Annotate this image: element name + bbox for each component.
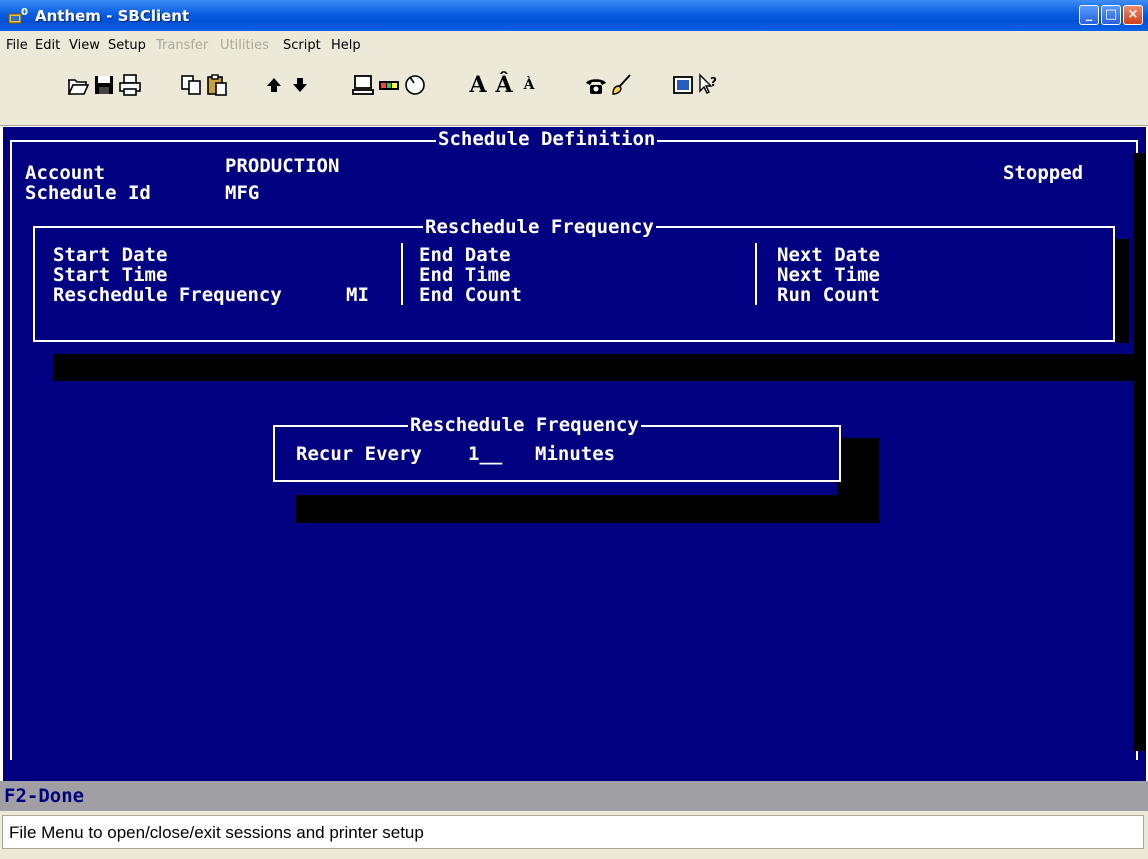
terminal-screen[interactable]: Schedule Definition Account PRODUCTION S…	[3, 127, 1146, 781]
shape-icon[interactable]	[403, 73, 427, 97]
menu-view[interactable]: View	[69, 38, 100, 53]
title-bar[interactable]: 0 Anthem - SBClient _ □ ×	[0, 0, 1148, 31]
open-icon[interactable]	[66, 73, 90, 97]
print-icon[interactable]	[118, 73, 142, 97]
end-count-label: End Count	[419, 284, 522, 306]
toolbar: A Â À ?	[0, 59, 1148, 126]
start-date-label: Start Date	[53, 244, 168, 266]
maximize-button[interactable]: □	[1101, 5, 1121, 25]
start-time-label: Start Time	[53, 264, 168, 286]
arrow-down-icon[interactable]	[288, 73, 312, 97]
status-message: File Menu to open/close/exit sessions an…	[9, 823, 424, 842]
font-normal-icon[interactable]: A	[466, 73, 490, 97]
recur-input[interactable]: 1__	[468, 444, 502, 464]
frequency-box-title: Reschedule Frequency	[423, 216, 656, 238]
close-button[interactable]: ×	[1123, 5, 1143, 25]
color-icon[interactable]	[377, 73, 401, 97]
recur-label: Recur Every	[296, 443, 422, 465]
menu-file[interactable]: File	[6, 38, 28, 53]
menu-help[interactable]: Help	[331, 38, 361, 53]
column-divider-2	[755, 243, 757, 305]
end-date-label: End Date	[419, 244, 511, 266]
menu-edit[interactable]: Edit	[35, 38, 60, 53]
run-count-label: Run Count	[777, 284, 880, 306]
menu-setup[interactable]: Setup	[108, 38, 146, 53]
resched-freq-label: Reschedule Frequency	[53, 284, 282, 306]
recur-unit: Minutes	[535, 443, 616, 465]
status-text: Stopped	[1003, 162, 1084, 184]
font-larger-icon[interactable]: Â	[492, 73, 516, 97]
frame-shadow-right	[1133, 153, 1146, 751]
menu-bar: File Edit View Setup Transfer Utilities …	[0, 31, 1148, 59]
main-title: Schedule Definition	[436, 128, 658, 150]
schedule-id-label: Schedule Id	[25, 182, 151, 204]
app-icon: 0	[8, 7, 28, 24]
menu-script[interactable]: Script	[283, 38, 321, 53]
svg-text:0: 0	[21, 7, 28, 18]
f2-done-key[interactable]: F2-Done	[4, 785, 84, 807]
menu-transfer[interactable]: Transfer	[156, 38, 208, 53]
status-panel: File Menu to open/close/exit sessions an…	[2, 815, 1144, 849]
status-bar: File Menu to open/close/exit sessions an…	[0, 811, 1148, 859]
account-value: PRODUCTION	[225, 155, 340, 177]
phone-icon[interactable]	[584, 73, 608, 97]
recur-dialog-title: Reschedule Frequency	[408, 414, 641, 436]
menu-utilities[interactable]: Utilities	[220, 38, 269, 53]
info-box-shadow-right	[1115, 239, 1129, 343]
resched-freq-value[interactable]: MI	[346, 285, 369, 305]
next-time-label: Next Time	[777, 264, 880, 286]
account-label: Account	[25, 162, 106, 184]
end-time-label: End Time	[419, 264, 511, 286]
next-date-label: Next Date	[777, 244, 880, 266]
maximize-icon: □	[1104, 7, 1118, 22]
window-title: Anthem - SBClient	[35, 7, 190, 25]
copy-icon[interactable]	[179, 73, 203, 97]
column-divider-1	[401, 243, 403, 305]
paste-icon[interactable]	[205, 73, 229, 97]
save-icon[interactable]	[92, 73, 116, 97]
info-box-shadow-bottom	[53, 354, 1143, 381]
minimize-button[interactable]: _	[1079, 5, 1099, 25]
svg-text:?: ?	[710, 75, 717, 89]
brush-icon[interactable]	[610, 73, 634, 97]
close-icon: ×	[1127, 7, 1139, 22]
dialog-shadow-bottom	[296, 495, 879, 523]
schedule-id-value: MFG	[225, 182, 260, 204]
help-pointer-icon[interactable]: ?	[697, 73, 721, 97]
monitor-icon[interactable]	[671, 73, 695, 97]
terminal-icon[interactable]	[351, 73, 375, 97]
arrow-up-icon[interactable]	[262, 73, 286, 97]
function-key-bar: F2-Done	[0, 781, 1148, 811]
font-smaller-icon[interactable]: À	[517, 73, 541, 97]
minimize-icon: _	[1085, 7, 1093, 22]
